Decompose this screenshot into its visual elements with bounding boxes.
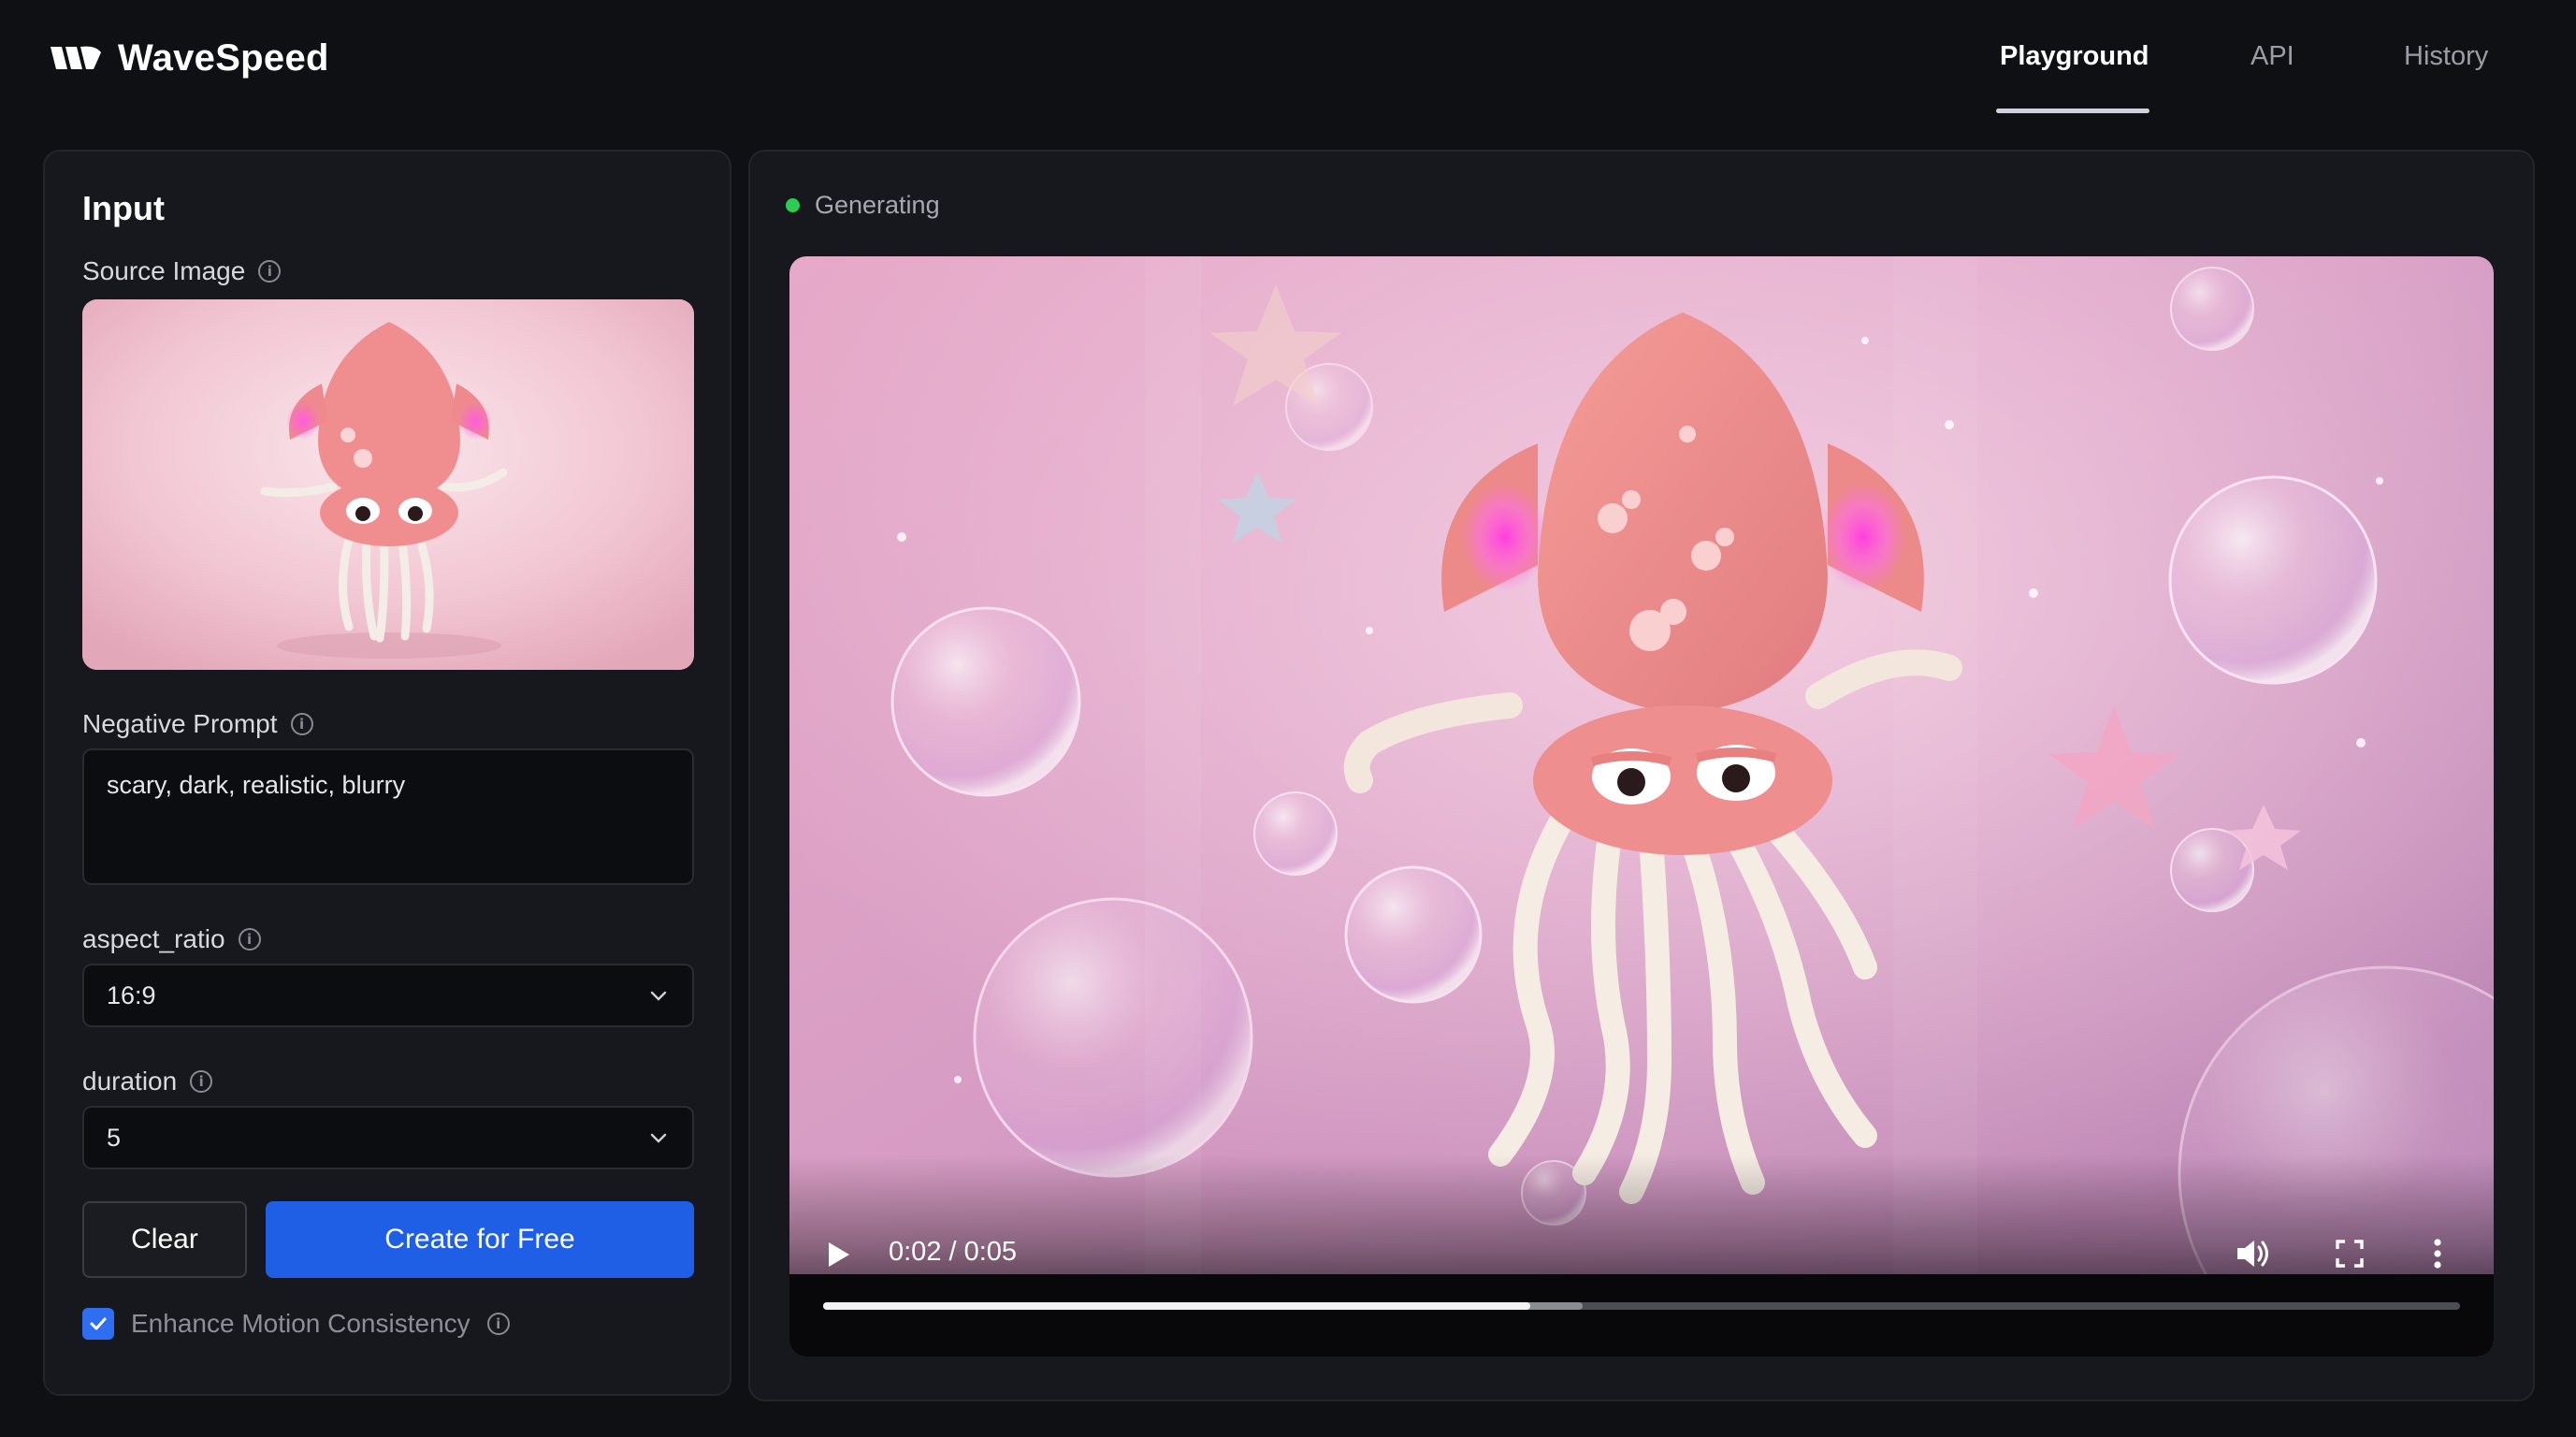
tab-api[interactable]: API [2250, 41, 2294, 72]
duration-label-text: duration [82, 1067, 178, 1096]
video-played-bar [823, 1302, 1530, 1310]
duration-value: 5 [107, 1123, 122, 1152]
brand-logo[interactable]: WaveSpeed [47, 34, 329, 82]
source-image-thumbnail[interactable] [82, 299, 694, 670]
negative-prompt-input[interactable]: scary, dark, realistic, blurry [82, 748, 694, 885]
enhance-motion-row: Enhance Motion Consistency i [82, 1308, 510, 1340]
top-header: WaveSpeed Playground API History [0, 0, 2576, 122]
aspect-ratio-value: 16:9 [107, 980, 156, 1009]
video-progress-bar[interactable] [823, 1302, 2460, 1310]
output-panel: Generating 0:02 / 0:05 [748, 150, 2535, 1401]
tab-playground[interactable]: Playground [2000, 41, 2149, 72]
active-tab-indicator [1996, 109, 2149, 113]
info-icon[interactable]: i [258, 260, 282, 283]
aspect-ratio-select[interactable]: 16:9 [82, 964, 694, 1027]
source-image-label-text: Source Image [82, 256, 246, 285]
more-vert-icon[interactable] [2430, 1237, 2445, 1270]
brand-name: WaveSpeed [118, 36, 329, 79]
negative-prompt-label: Negative Prompt i [82, 709, 313, 739]
play-icon[interactable] [823, 1239, 853, 1270]
chevron-down-icon [650, 991, 667, 1001]
fullscreen-icon[interactable] [2335, 1239, 2365, 1269]
video-time: 0:02 / 0:05 [889, 1237, 1018, 1267]
wavespeed-logo-icon [51, 46, 101, 69]
duration-select[interactable]: 5 [82, 1106, 694, 1169]
input-panel: Input Source Image i Negative Prompt i s… [43, 150, 731, 1396]
status-dot-icon [786, 198, 800, 212]
negative-prompt-value: scary, dark, realistic, blurry [107, 771, 406, 799]
create-for-free-button[interactable]: Create for Free [266, 1201, 694, 1278]
volume-icon[interactable] [2234, 1237, 2271, 1270]
chevron-down-icon [650, 1133, 667, 1143]
video-player[interactable]: 0:02 / 0:05 [789, 256, 2494, 1357]
aspect-ratio-label-text: aspect_ratio [82, 924, 225, 953]
tab-history[interactable]: History [2404, 41, 2488, 72]
negative-prompt-label-text: Negative Prompt [82, 709, 278, 738]
video-controls-bar [789, 1274, 2494, 1357]
status-text: Generating [815, 191, 940, 219]
info-icon[interactable]: i [486, 1313, 510, 1335]
info-icon[interactable]: i [290, 713, 313, 735]
enhance-motion-label: Enhance Motion Consistency [131, 1309, 470, 1338]
generation-status: Generating [786, 191, 940, 220]
aspect-ratio-label: aspect_ratio i [82, 924, 261, 954]
duration-label: duration i [82, 1067, 213, 1096]
info-icon[interactable]: i [238, 928, 261, 951]
check-icon [90, 1317, 107, 1330]
squid-thumbnail-icon [82, 299, 694, 670]
enhance-motion-checkbox[interactable] [82, 1308, 114, 1340]
source-image-label: Source Image i [82, 256, 282, 286]
input-panel-title: Input [82, 189, 165, 227]
info-icon[interactable]: i [190, 1070, 213, 1093]
clear-button[interactable]: Clear [82, 1201, 247, 1278]
